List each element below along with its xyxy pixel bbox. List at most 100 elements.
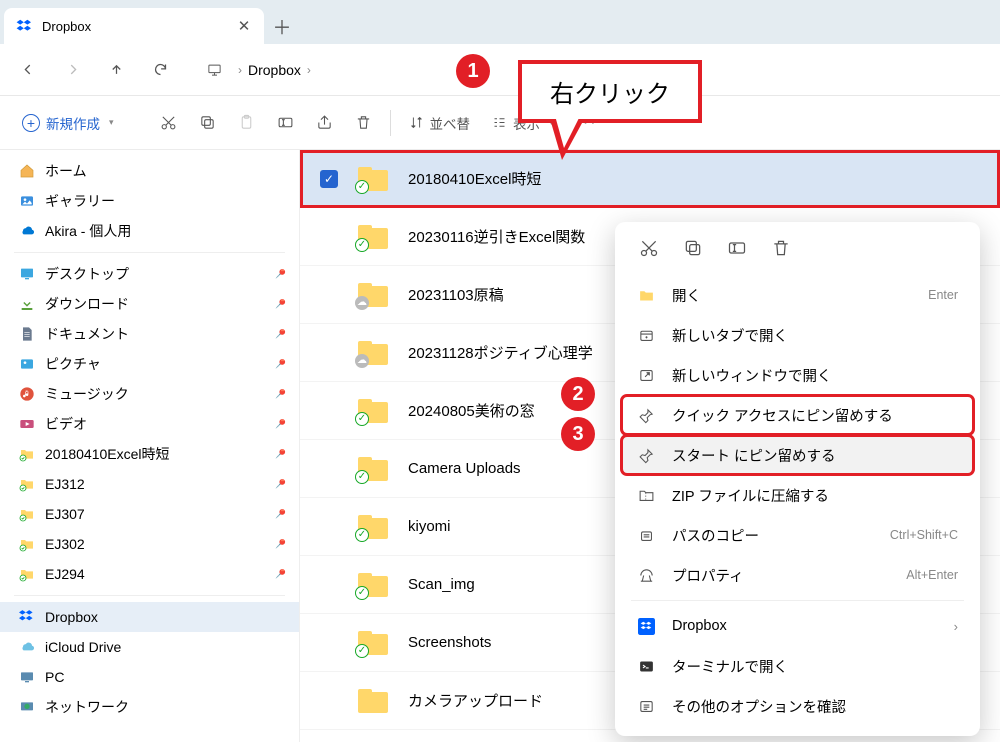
copypath-icon [637,526,656,545]
sidebar-item-label: ミュージック [45,384,129,404]
sidebar-item[interactable]: EJ294📍 [0,559,299,589]
command-bar: + 新規作成 ▾ 並べ替 表示▾ ··· [0,96,1000,150]
copy-button[interactable] [191,105,224,141]
context-menu-label: パスのコピー [672,525,874,546]
forward-button[interactable] [54,52,90,88]
rename-button[interactable] [269,105,302,141]
context-menu-label: プロパティ [672,565,890,586]
context-menu-item[interactable]: パスのコピーCtrl+Shift+C [621,515,974,555]
sidebar-item-label: ギャラリー [45,191,115,211]
folder-green-icon [18,536,35,553]
sidebar-item-label: EJ294 [45,566,85,582]
breadcrumb-item[interactable]: Dropbox [248,62,301,78]
sidebar-item[interactable]: ネットワーク [0,692,299,722]
sidebar-item[interactable]: Akira - 個人用 [0,216,299,246]
folder-icon: ✓ [358,631,388,655]
videos-icon [18,416,35,433]
sidebar-item[interactable]: ピクチャ📍 [0,349,299,379]
sidebar-item[interactable]: Dropbox [0,602,299,632]
annotation-number-1: 1 [456,54,490,88]
context-menu-separator [631,600,964,601]
rename-icon[interactable] [727,238,747,263]
folder-green-icon [18,506,35,523]
annotation-number-3: 3 [561,417,595,451]
context-menu-item[interactable]: ターミナルで開く [621,646,974,686]
file-row[interactable]: ✓✓20180410Excel時短 [300,150,1000,208]
sidebar-item-label: Akira - 個人用 [45,221,131,241]
pc-icon [196,52,232,88]
sidebar-item[interactable]: ビデオ📍 [0,409,299,439]
checkbox-icon[interactable]: ✓ [320,170,338,188]
context-menu-item[interactable]: その他のオプションを確認 [621,686,974,726]
sidebar-item-label: 20180410Excel時短 [45,444,170,464]
folder-green-icon [18,446,35,463]
new-tab-button[interactable]: ＋ [264,8,300,44]
sidebar-item[interactable]: PC [0,662,299,692]
folder-icon: ☁ [358,341,388,365]
home-icon [18,163,35,180]
sidebar-item[interactable]: デスクトップ📍 [0,259,299,289]
sidebar-item[interactable]: iCloud Drive [0,632,299,662]
annotation-number-2: 2 [561,377,595,411]
folder-green-icon [18,476,35,493]
context-menu-item[interactable]: プロパティAlt+Enter [621,555,974,595]
documents-icon [18,326,35,343]
dropbox-icon [16,18,32,34]
context-menu-item[interactable]: クイック アクセスにピン留めする [621,395,974,435]
browser-tab[interactable]: Dropbox ✕ [4,8,264,44]
downloads-icon [18,296,35,313]
chevron-right-icon: › [307,63,311,77]
context-menu-item[interactable]: 開くEnter [621,275,974,315]
sidebar-item-label: EJ302 [45,536,85,552]
terminal-icon [637,657,656,676]
dropbox-icon [637,617,656,636]
folder-icon [358,689,388,713]
up-button[interactable] [98,52,134,88]
context-menu-label: 新しいタブで開く [672,325,958,346]
sidebar-item-label: PC [45,669,64,685]
file-name: 20180410Excel時短 [408,168,980,189]
divider [390,110,391,136]
sidebar-item[interactable]: ドキュメント📍 [0,319,299,349]
address-bar[interactable]: › Dropbox › [196,52,311,88]
context-menu-item[interactable]: 新しいタブで開く [621,315,974,355]
desktop-icon [18,266,35,283]
context-menu-label: ZIP ファイルに圧縮する [672,485,958,506]
sidebar-item[interactable]: ホーム [0,156,299,186]
delete-button[interactable] [347,105,380,141]
pin-icon: 📍 [271,295,290,314]
sidebar-item[interactable]: EJ307📍 [0,499,299,529]
context-menu-item[interactable]: Dropbox› [621,606,974,646]
cut-button[interactable] [152,105,185,141]
annotation-bubble: 右クリック [518,60,702,123]
sidebar-item[interactable]: ギャラリー [0,186,299,216]
tab-bar: Dropbox ✕ ＋ [0,0,1000,44]
new-button[interactable]: + 新規作成 ▾ [14,105,122,141]
sidebar-item[interactable]: ミュージック📍 [0,379,299,409]
sidebar-item[interactable]: ダウンロード📍 [0,289,299,319]
tab-title: Dropbox [42,19,226,34]
paste-button[interactable] [230,105,263,141]
context-menu-item[interactable]: スタート にピン留めする [621,435,974,475]
sort-button[interactable]: 並べ替 [401,105,479,141]
close-icon[interactable]: ✕ [236,18,252,34]
sidebar-item[interactable]: 20180410Excel時短📍 [0,439,299,469]
newwindow-icon [637,366,656,385]
pin-icon: 📍 [271,505,290,524]
back-button[interactable] [10,52,46,88]
network-icon [18,699,35,716]
cut-icon[interactable] [639,238,659,263]
context-menu-item[interactable]: ZIP ファイルに圧縮する [621,475,974,515]
delete-icon[interactable] [771,238,791,263]
pin-icon [637,406,656,425]
sidebar-item[interactable]: EJ312📍 [0,469,299,499]
sidebar-item-label: Dropbox [45,609,98,625]
copy-icon[interactable] [683,238,703,263]
chevron-down-icon: ▾ [109,117,114,128]
folder-icon: ☁ [358,283,388,307]
context-menu-item[interactable]: 新しいウィンドウで開く [621,355,974,395]
share-button[interactable] [308,105,341,141]
refresh-button[interactable] [142,52,178,88]
sidebar-item[interactable]: EJ302📍 [0,529,299,559]
gallery-icon [18,193,35,210]
